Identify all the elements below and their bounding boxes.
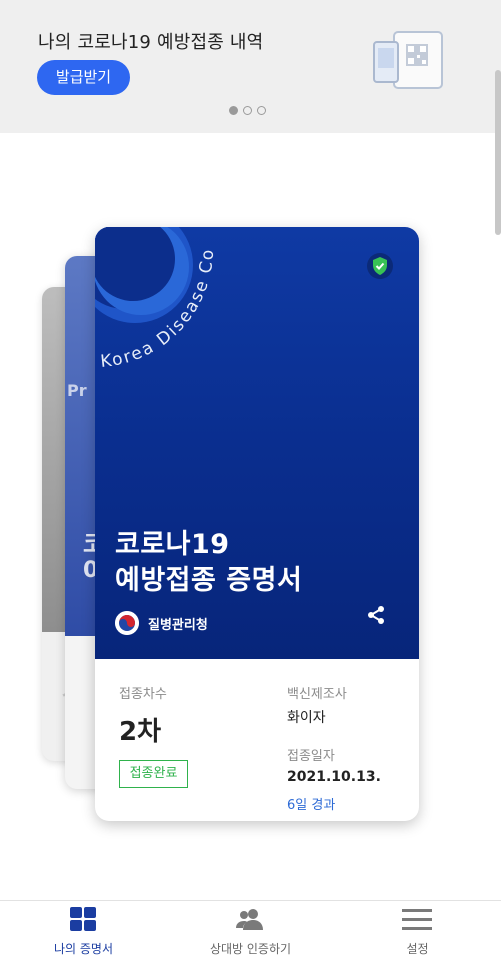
menu-icon — [402, 909, 432, 930]
nav-label: 나의 증명서 — [53, 942, 113, 956]
dose-value: 2차 — [119, 717, 162, 747]
people-icon — [236, 909, 263, 930]
certificate-title-line2: 예방접종 증명서 — [115, 565, 303, 596]
date-value: 2021.10.13. — [287, 769, 381, 785]
nav-my-certificate[interactable]: 나의 증명서 — [0, 901, 167, 960]
taegeuk-logo-icon — [115, 611, 139, 635]
vaccination-certificate-card[interactable]: Korea Disease Control and Prevention Age… — [95, 227, 419, 821]
page-dot[interactable] — [243, 106, 252, 115]
status-badge: 접종완료 — [119, 760, 188, 788]
elapsed-days: 6일 경과 — [287, 798, 336, 813]
manufacturer-label: 백신제조사 — [287, 687, 347, 702]
nav-verify-other[interactable]: 상대방 인증하기 — [167, 901, 334, 960]
nav-label: 설정 — [406, 942, 429, 956]
nav-settings[interactable]: 설정 — [334, 901, 501, 960]
page-indicator — [229, 106, 266, 115]
page-dot-active[interactable] — [229, 106, 238, 115]
verified-shield-icon[interactable] — [366, 252, 394, 280]
issue-button[interactable]: 발급받기 — [37, 60, 130, 95]
page-dot[interactable] — [257, 106, 266, 115]
certificate-title-line1: 코로나19 — [115, 529, 230, 560]
nav-label: 상대방 인증하기 — [209, 942, 292, 956]
scrollbar[interactable] — [495, 70, 501, 235]
date-label: 접종일자 — [287, 749, 335, 764]
manufacturer-value: 화이자 — [287, 710, 326, 726]
grid-icon — [70, 907, 96, 931]
banner-title: 나의 코로나19 예방접종 내역 — [38, 32, 264, 53]
back-card-arc-text: Pr — [67, 381, 87, 400]
certificate-title: 코로나19 예방접종 증명서 — [115, 527, 302, 599]
dose-label: 접종차수 — [119, 687, 167, 702]
qr-phone-illustration-icon — [373, 31, 443, 89]
promo-banner[interactable]: 나의 코로나19 예방접종 내역 발급받기 — [0, 0, 501, 133]
issuer-name: 질병관리청 — [148, 618, 208, 633]
bottom-navigation: 나의 증명서 상대방 인증하기 설정 — [0, 900, 501, 960]
share-icon[interactable] — [365, 604, 387, 626]
card-header: Korea Disease Control and Prevention Age… — [95, 227, 419, 659]
